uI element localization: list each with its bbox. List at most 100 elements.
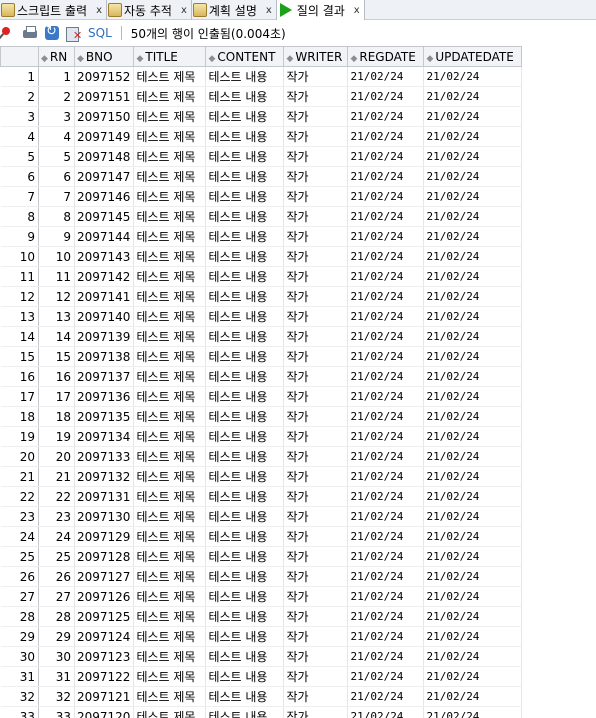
cell-writer[interactable]: 작가 — [283, 306, 349, 327]
cell-rn[interactable]: 16 — [38, 366, 75, 387]
table-row[interactable]: 28 28 2097125 테스트 제목 테스트 내용 작가 21/02/24 21/02/2… — [0, 606, 523, 627]
row-number[interactable]: 6 — [0, 166, 39, 187]
row-number[interactable]: 25 — [0, 546, 39, 567]
cell-regdate[interactable]: 21/02/24 — [347, 286, 425, 307]
row-number[interactable]: 14 — [0, 326, 39, 347]
cell-regdate[interactable]: 21/02/24 — [347, 546, 425, 567]
table-row[interactable]: 17 17 2097136 테스트 제목 테스트 내용 작가 21/02/24 21/02/2… — [0, 386, 523, 407]
tab-autotrace[interactable]: 자동 추적 x — [107, 0, 192, 20]
cell-updatedate[interactable]: 21/02/24 — [423, 366, 523, 387]
cell-updatedate[interactable]: 21/02/24 — [423, 386, 523, 407]
table-row[interactable]: 15 15 2097138 테스트 제목 테스트 내용 작가 21/02/24 21/02/2… — [0, 346, 523, 367]
cell-content[interactable]: 테스트 내용 — [205, 586, 285, 607]
cell-title[interactable]: 테스트 제목 — [133, 266, 207, 287]
cell-regdate[interactable]: 21/02/24 — [347, 86, 425, 107]
row-number[interactable]: 30 — [0, 646, 39, 667]
cell-updatedate[interactable]: 21/02/24 — [423, 706, 523, 718]
cell-updatedate[interactable]: 21/02/24 — [423, 186, 523, 207]
cell-writer[interactable]: 작가 — [283, 246, 349, 267]
row-number[interactable]: 31 — [0, 666, 39, 687]
cell-rn[interactable]: 14 — [38, 326, 75, 347]
row-number[interactable]: 1 — [0, 66, 39, 87]
cell-title[interactable]: 테스트 제목 — [133, 666, 207, 687]
row-number[interactable]: 23 — [0, 506, 39, 527]
cell-writer[interactable]: 작가 — [283, 466, 349, 487]
cell-title[interactable]: 테스트 제목 — [133, 346, 207, 367]
cell-updatedate[interactable]: 21/02/24 — [423, 306, 523, 327]
tab-script-output[interactable]: 스크립트 출력 x — [0, 0, 107, 20]
cell-regdate[interactable]: 21/02/24 — [347, 506, 425, 527]
table-row[interactable]: 21 21 2097132 테스트 제목 테스트 내용 작가 21/02/24 21/02/2… — [0, 466, 523, 487]
cell-rn[interactable]: 10 — [38, 246, 75, 267]
cell-content[interactable]: 테스트 내용 — [205, 506, 285, 527]
close-icon[interactable]: x — [181, 5, 187, 16]
cell-content[interactable]: 테스트 내용 — [205, 566, 285, 587]
cell-regdate[interactable]: 21/02/24 — [347, 66, 425, 87]
cell-content[interactable]: 테스트 내용 — [205, 306, 285, 327]
cell-regdate[interactable]: 21/02/24 — [347, 666, 425, 687]
cell-content[interactable]: 테스트 내용 — [205, 466, 285, 487]
cell-bno[interactable]: 2097135 — [74, 406, 135, 427]
row-number[interactable]: 8 — [0, 206, 39, 227]
cell-title[interactable]: 테스트 제목 — [133, 166, 207, 187]
cell-updatedate[interactable]: 21/02/24 — [423, 326, 523, 347]
cell-regdate[interactable]: 21/02/24 — [347, 486, 425, 507]
cell-title[interactable]: 테스트 제목 — [133, 626, 207, 647]
cell-writer[interactable]: 작가 — [283, 226, 349, 247]
cell-title[interactable]: 테스트 제목 — [133, 506, 207, 527]
cell-title[interactable]: 테스트 제목 — [133, 526, 207, 547]
cell-updatedate[interactable]: 21/02/24 — [423, 546, 523, 567]
row-number[interactable]: 22 — [0, 486, 39, 507]
cell-rn[interactable]: 29 — [38, 626, 75, 647]
close-icon[interactable]: x — [266, 5, 272, 16]
cell-regdate[interactable]: 21/02/24 — [347, 686, 425, 707]
cell-title[interactable]: 테스트 제목 — [133, 466, 207, 487]
cell-content[interactable]: 테스트 내용 — [205, 186, 285, 207]
cell-updatedate[interactable]: 21/02/24 — [423, 146, 523, 167]
cell-updatedate[interactable]: 21/02/24 — [423, 606, 523, 627]
cell-bno[interactable]: 2097124 — [74, 626, 135, 647]
cell-regdate[interactable]: 21/02/24 — [347, 526, 425, 547]
cell-bno[interactable]: 2097142 — [74, 266, 135, 287]
cell-writer[interactable]: 작가 — [283, 286, 349, 307]
cell-updatedate[interactable]: 21/02/24 — [423, 506, 523, 527]
cell-regdate[interactable]: 21/02/24 — [347, 146, 425, 167]
cell-regdate[interactable]: 21/02/24 — [347, 246, 425, 267]
row-number[interactable]: 28 — [0, 606, 39, 627]
cell-title[interactable]: 테스트 제목 — [133, 426, 207, 447]
cell-rn[interactable]: 4 — [38, 126, 75, 147]
cell-writer[interactable]: 작가 — [283, 326, 349, 347]
cell-title[interactable]: 테스트 제목 — [133, 226, 207, 247]
table-row[interactable]: 14 14 2097139 테스트 제목 테스트 내용 작가 21/02/24 21/02/2… — [0, 326, 523, 347]
cell-regdate[interactable]: 21/02/24 — [347, 626, 425, 647]
cell-regdate[interactable]: 21/02/24 — [347, 406, 425, 427]
cell-rn[interactable]: 15 — [38, 346, 75, 367]
close-icon[interactable]: x — [354, 5, 360, 16]
cell-content[interactable]: 테스트 내용 — [205, 526, 285, 547]
row-number[interactable]: 27 — [0, 586, 39, 607]
cell-bno[interactable]: 2097120 — [74, 706, 135, 718]
cell-regdate[interactable]: 21/02/24 — [347, 566, 425, 587]
close-icon[interactable]: x — [96, 5, 102, 16]
cell-bno[interactable]: 2097139 — [74, 326, 135, 347]
table-row[interactable]: 33 33 2097120 테스트 제목 테스트 내용 작가 21/02/24 21/02/2… — [0, 706, 523, 718]
cell-rn[interactable]: 17 — [38, 386, 75, 407]
cell-rn[interactable]: 18 — [38, 406, 75, 427]
cell-bno[interactable]: 2097134 — [74, 426, 135, 447]
table-row[interactable]: 3 3 2097150 테스트 제목 테스트 내용 작가 21/02/24 21/02/24 — [0, 106, 523, 127]
cell-title[interactable]: 테스트 제목 — [133, 566, 207, 587]
cell-writer[interactable]: 작가 — [283, 566, 349, 587]
cell-rn[interactable]: 33 — [38, 706, 75, 718]
row-number[interactable]: 19 — [0, 426, 39, 447]
cell-bno[interactable]: 2097125 — [74, 606, 135, 627]
cell-title[interactable]: 테스트 제목 — [133, 206, 207, 227]
table-row[interactable]: 18 18 2097135 테스트 제목 테스트 내용 작가 21/02/24 21/02/2… — [0, 406, 523, 427]
cell-writer[interactable]: 작가 — [283, 626, 349, 647]
column-header-writer[interactable]: ◆ WRITER — [283, 46, 349, 67]
cell-title[interactable]: 테스트 제목 — [133, 286, 207, 307]
row-number[interactable]: 13 — [0, 306, 39, 327]
cell-title[interactable]: 테스트 제목 — [133, 586, 207, 607]
table-row[interactable]: 29 29 2097124 테스트 제목 테스트 내용 작가 21/02/24 21/02/2… — [0, 626, 523, 647]
cell-title[interactable]: 테스트 제목 — [133, 186, 207, 207]
cell-bno[interactable]: 2097122 — [74, 666, 135, 687]
